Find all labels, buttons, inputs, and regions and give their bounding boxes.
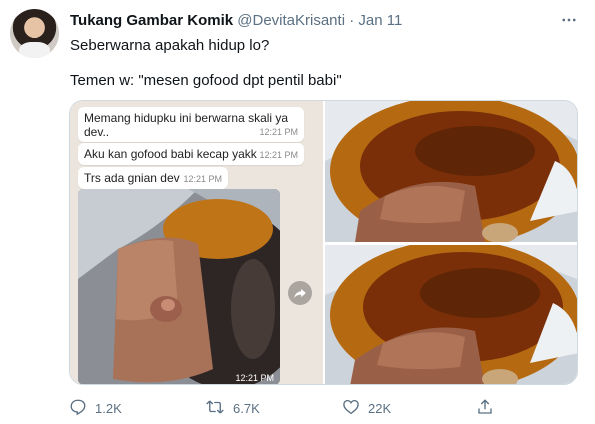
retweet-icon (205, 398, 225, 419)
chat-time: 12:21 PM (259, 150, 298, 160)
separator-dot: · (349, 12, 355, 29)
like-count: 22K (368, 400, 392, 416)
media-image-food-closeup[interactable] (325, 245, 578, 385)
tweet-media[interactable]: Memang hidupku ini berwarna skali ya dev… (69, 100, 578, 385)
tweet[interactable]: Tukang Gambar Komik @DevitaKrisanti · Ja… (0, 0, 595, 424)
food-photo (78, 189, 280, 384)
media-image-food-closeup[interactable] (325, 101, 578, 242)
chat-photo: 12:21 PM (78, 189, 280, 384)
chat-time: 12:21 PM (183, 174, 222, 184)
media-image-chat-screenshot[interactable]: Memang hidupku ini berwarna skali ya dev… (70, 101, 323, 384)
tweet-text-line: Temen w: "mesen gofood dpt pentil babi" (70, 72, 342, 89)
tweet-header: Tukang Gambar Komik @DevitaKrisanti · Ja… (70, 12, 402, 29)
author-name[interactable]: Tukang Gambar Komik (70, 12, 233, 29)
chat-bubble: Memang hidupku ini berwarna skali ya dev… (78, 107, 304, 142)
tweet-date[interactable]: Jan 11 (358, 12, 402, 29)
reply-button[interactable]: 1.2K (69, 397, 122, 419)
share-button[interactable] (476, 397, 494, 419)
reply-count: 1.2K (95, 400, 122, 416)
author-handle[interactable]: @DevitaKrisanti (237, 12, 345, 29)
chat-bubble: Trs ada gnian dev 12:21 PM (78, 167, 228, 189)
photo-time: 12:21 PM (235, 373, 274, 383)
tweet-actions: 1.2K 6.7K 22K (0, 397, 595, 419)
reply-icon (69, 398, 87, 419)
share-icon (476, 398, 494, 419)
avatar-face (27, 18, 42, 38)
chat-text: Memang hidupku ini berwarna skali ya (84, 111, 289, 125)
tweet-text-line: Seberwarna apakah hidup lo? (70, 37, 270, 54)
chat-time: 12:21 PM (259, 127, 298, 137)
avatar-shirt (19, 42, 50, 58)
avatar[interactable] (10, 9, 59, 58)
like-button[interactable]: 22K (342, 397, 391, 419)
retweet-count: 6.7K (233, 400, 260, 416)
like-icon (342, 398, 360, 419)
more-icon[interactable] (559, 10, 579, 30)
chat-bubble: Aku kan gofood babi kecap yakk 12:21 PM (78, 143, 304, 165)
forward-icon[interactable] (288, 281, 312, 305)
retweet-button[interactable]: 6.7K (205, 397, 260, 419)
